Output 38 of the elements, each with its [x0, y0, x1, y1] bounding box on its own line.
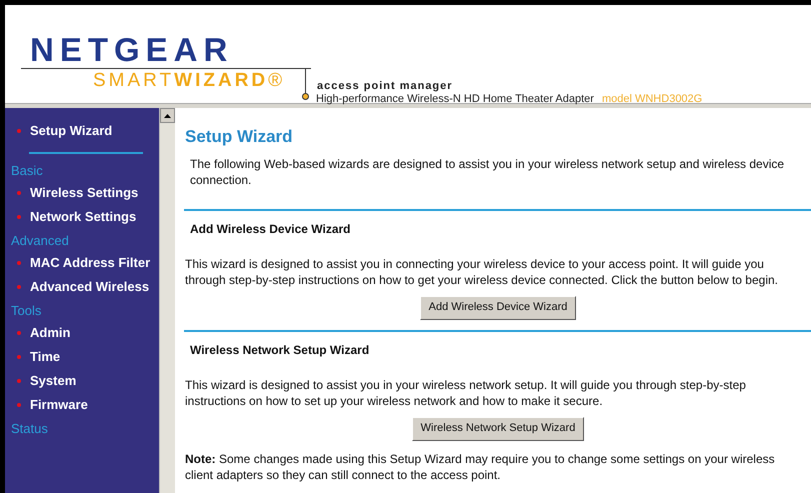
bullet-icon: [17, 284, 21, 288]
menu-heading: Advanced: [11, 232, 70, 249]
model-number: model WNHD3002G: [602, 92, 702, 107]
wizard-button[interactable]: Wireless Network Setup Wizard: [412, 416, 584, 440]
menu-link[interactable]: Setup Wizard: [30, 122, 112, 139]
smartwizard-logo: SMARTWIZARD®: [93, 71, 286, 90]
device-description: High-performance Wireless-N HD Home Theater Adapter: [316, 92, 594, 107]
bullet-icon: [17, 330, 21, 334]
wizard-button[interactable]: Add Wireless Device Wizard: [420, 296, 576, 320]
menu-link[interactable]: Wireless Settings: [30, 184, 138, 201]
bullet-icon: [17, 378, 21, 382]
bullet-icon: [17, 402, 21, 406]
note-text: Note: Some changes made using this Setup Wizard may require you to change some settings on your wireless client adapters so they can still connect to the access point.: [185, 450, 776, 482]
bullet-icon: [17, 214, 21, 218]
menu-link[interactable]: Admin: [30, 324, 70, 341]
menu-link[interactable]: Firmware: [30, 396, 88, 413]
menu-heading: Basic: [11, 162, 44, 179]
subtitle: access point manager: [317, 79, 453, 94]
page-title: Setup Wizard: [185, 126, 294, 148]
bullet-icon: [17, 190, 21, 194]
menu-link[interactable]: MAC Address Filter: [30, 254, 150, 271]
netgear-logo: NETGEAR: [30, 33, 234, 66]
section-heading: Add Wireless Device Wizard: [189, 220, 352, 238]
section-text: This wizard is designed to assist you in your wireless network setup. It will guide you through step-by-step instructions on how to set up your wireless network and how to make it secure.: [185, 376, 747, 408]
bullet-icon: [17, 260, 21, 264]
menu-link[interactable]: System: [30, 372, 76, 389]
section-text: This wizard is designed to assist you in connecting your wireless device to your access point. It will guide you through step-by-step instructions on how to get your wireless device connected. Click the button below to begin.: [185, 256, 779, 288]
menu-heading: Tools: [11, 302, 42, 319]
menu-link[interactable]: Network Settings: [30, 208, 136, 225]
menu-link[interactable]: Time: [30, 348, 60, 365]
section-heading: Wireless Network Setup Wizard: [189, 342, 370, 358]
menu-heading: Status: [11, 420, 49, 437]
scroll-up-icon[interactable]: [160, 108, 175, 123]
bullet-icon: [17, 354, 21, 358]
intro-text: The following Web-based wizards are designed to assist you in your wireless network setup and wireless device connection.: [189, 156, 786, 188]
menu-link[interactable]: Advanced Wireless: [30, 278, 150, 295]
bullet-icon: [17, 128, 21, 132]
scrollbar[interactable]: [159, 108, 175, 493]
